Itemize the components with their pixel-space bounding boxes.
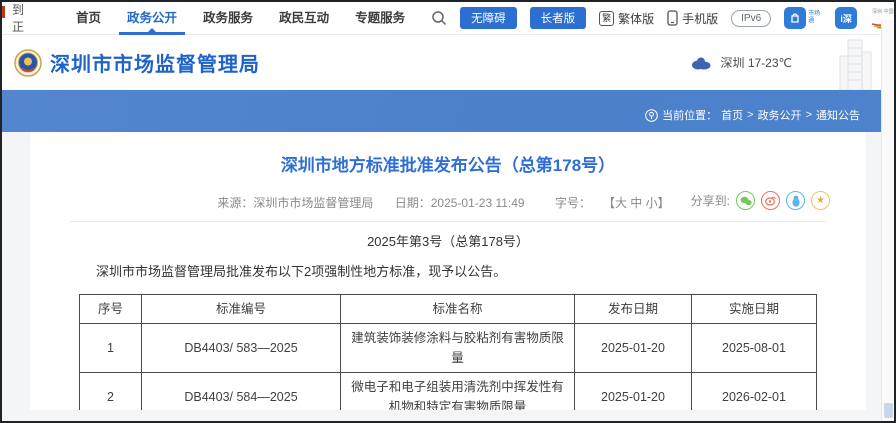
market-app-link[interactable]: 市场通 — [784, 7, 822, 29]
share-bar: 分享到: — [691, 191, 830, 210]
nav-item-gov-services[interactable]: 政务服务 — [203, 2, 253, 35]
table-row: 2 DB4403/ 584—2025 微电子和电子组装用清洗剂中挥发性有机物和特… — [80, 373, 817, 411]
cell-effective-date: 2025-08-01 — [692, 324, 817, 373]
article-card: 深圳市地方标准批准发布公告（总第178号） 来源：深圳市市场监督管理局 日期：2… — [30, 132, 866, 410]
cell-effective-date: 2026-02-01 — [692, 373, 817, 411]
article-title: 深圳市地方标准批准发布公告（总第178号） — [70, 154, 826, 178]
standards-table: 序号 标准编号 标准名称 发布日期 实施日期 1 DB4403/ 583—202… — [79, 294, 817, 410]
traditional-chinese-icon: 繁 — [599, 11, 614, 26]
article-meta: 来源：深圳市市场监督管理局 日期：2025-01-23 11:49 字号： 【大 … — [70, 194, 826, 212]
favorite-star-icon[interactable]: ★ — [811, 191, 830, 210]
col-header-standard-name: 标准名称 — [341, 295, 575, 324]
scrollbar-thumb[interactable] — [884, 403, 893, 418]
fontsize-label: 字号： — [555, 196, 591, 210]
breadcrumb-home[interactable]: 首页 — [721, 107, 743, 123]
weather-widget: 深圳 17-23℃ — [690, 54, 792, 71]
breadcrumb-prefix: 当前位置： — [662, 107, 717, 123]
cell-standard-no: DB4403/ 584—2025 — [142, 373, 341, 411]
qq-share-icon[interactable] — [786, 191, 805, 210]
cell-publish-date: 2025-01-20 — [575, 373, 692, 411]
cell-index: 2 — [80, 373, 142, 411]
city-logo-label: 深圳·中国 — [872, 8, 894, 15]
agency-emblem-logo — [14, 49, 42, 77]
cell-standard-no: DB4403/ 583—2025 — [142, 324, 341, 373]
cell-publish-date: 2025-01-20 — [575, 324, 692, 373]
breadcrumb-notices[interactable]: 通知公告 — [816, 107, 860, 123]
main-nav: 首页 政务公开 政务服务 政民互动 专题服务 — [76, 2, 431, 35]
page-banner: 当前位置： 首页 > 政务公开 > 通知公告 — [2, 90, 894, 132]
breadcrumb-separator: > — [806, 109, 812, 121]
fontsize-control[interactable]: 【大 中 小】 — [609, 196, 670, 210]
col-header-standard-no: 标准编号 — [142, 295, 341, 324]
market-app-icon — [784, 7, 806, 29]
mobile-version-link[interactable]: 手机版 — [667, 10, 718, 27]
nav-item-special[interactable]: 专题服务 — [355, 2, 405, 35]
table-header-row: 序号 标准编号 标准名称 发布日期 实施日期 — [80, 295, 817, 324]
meta-fontsize: 字号： 【大 中 小】 — [546, 196, 679, 210]
cloud-icon — [690, 56, 712, 70]
document-number: 2025年第3号（总第178号） — [70, 233, 826, 251]
location-pin-icon — [645, 109, 658, 122]
cell-standard-name: 建筑装饰装修涂料与胶粘剂有害物质限量 — [341, 324, 575, 373]
nav-item-home[interactable]: 首页 — [76, 2, 101, 35]
accessibility-button[interactable]: 无障碍 — [460, 7, 517, 29]
site-title[interactable]: 深圳市市场监督管理局 — [50, 48, 260, 77]
nav-item-gov-open[interactable]: 政务公开 — [127, 2, 177, 35]
weather-text: 深圳 17-23℃ — [720, 54, 792, 71]
elder-version-button[interactable]: 长者版 — [530, 7, 587, 29]
browser-viewport: 跳到正文 首页 政务公开 政务服务 政民互动 专题服务 无障碍 长者版 繁 繁体… — [0, 0, 896, 423]
ishenzhen-app-icon[interactable]: i深 — [835, 7, 857, 29]
weibo-share-icon[interactable] — [761, 191, 780, 210]
mobile-phone-icon — [667, 10, 678, 26]
vertical-scrollbar[interactable] — [881, 20, 894, 421]
breadcrumb-separator: > — [747, 109, 753, 121]
meta-divider — [70, 221, 826, 222]
meta-source: 来源：深圳市市场监督管理局 — [217, 196, 373, 210]
building-illustration — [832, 38, 878, 90]
cell-standard-name: 微电子和电子组装用清洗剂中挥发性有机物和特定有害物质限量 — [341, 373, 575, 411]
announcement-paragraph: 深圳市市场监督管理局批准发布以下2项强制性地方标准，现予以公告。 — [70, 263, 826, 281]
left-edge-marker — [2, 6, 5, 18]
cell-index: 1 — [80, 324, 142, 373]
topbar-tools: 无障碍 长者版 繁 繁体版 手机版 IPv6 — [431, 6, 896, 30]
ipv6-badge[interactable]: IPv6 — [731, 10, 771, 27]
breadcrumb: 当前位置： 首页 > 政务公开 > 通知公告 — [645, 107, 860, 123]
nav-item-interaction[interactable]: 政民互动 — [279, 2, 329, 35]
share-label: 分享到: — [691, 192, 730, 209]
table-row: 1 DB4403/ 583—2025 建筑装饰装修涂料与胶粘剂有害物质限量 20… — [80, 324, 817, 373]
site-header: 深圳市市场监督管理局 深圳 17-23℃ — [2, 35, 894, 90]
meta-date: 日期：2025-01-23 11:49 — [395, 196, 525, 210]
traditional-chinese-toggle[interactable]: 繁 繁体版 — [599, 10, 654, 27]
top-utility-bar: 跳到正文 首页 政务公开 政务服务 政民互动 专题服务 无障碍 长者版 繁 繁体… — [2, 2, 894, 35]
col-header-effective-date: 实施日期 — [692, 295, 817, 324]
breadcrumb-gov-open[interactable]: 政务公开 — [758, 107, 802, 123]
search-icon[interactable] — [431, 10, 447, 26]
col-header-publish-date: 发布日期 — [575, 295, 692, 324]
col-header-index: 序号 — [80, 295, 142, 324]
main-area: 深圳市地方标准批准发布公告（总第178号） 来源：深圳市市场监督管理局 日期：2… — [2, 132, 894, 421]
wechat-share-icon[interactable] — [736, 191, 755, 210]
